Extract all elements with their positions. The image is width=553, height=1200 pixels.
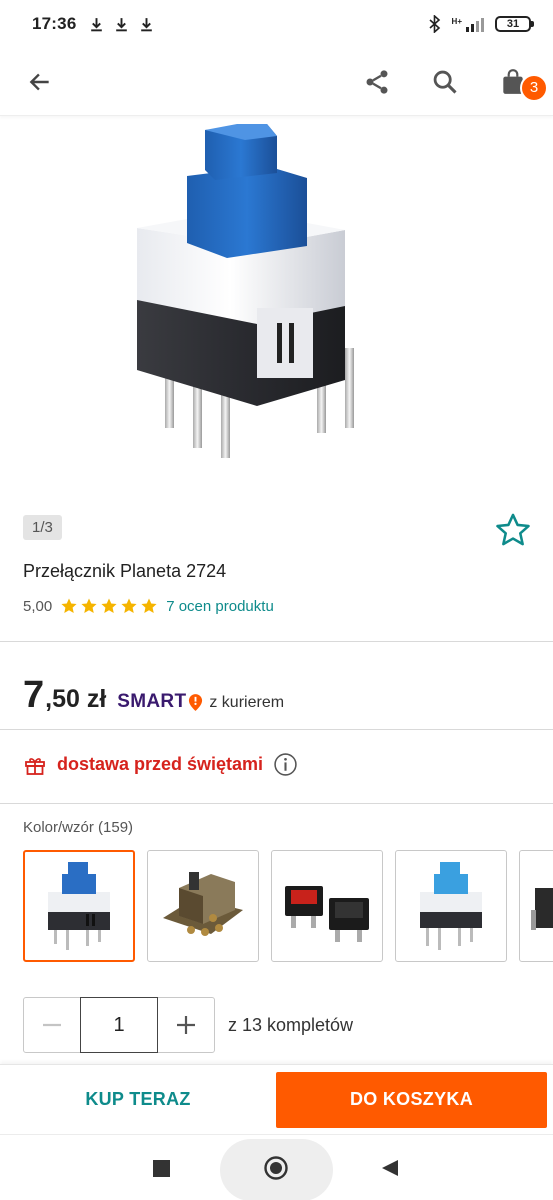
minus-icon: [43, 1023, 61, 1027]
price-row: 7 ,50 zł SMART z kurierem: [23, 674, 284, 717]
network-type: H+: [451, 16, 462, 26]
search-icon: [433, 70, 457, 94]
variant-image-lightblue-push-switch: [420, 862, 482, 950]
toolbar-actions: 3: [355, 60, 548, 104]
price-integer: 7: [23, 674, 45, 716]
status-bar: 17:36 H+ 31: [0, 0, 553, 48]
app-toolbar: 3: [0, 48, 553, 116]
star-filled-icon: [61, 598, 77, 613]
reviews-link[interactable]: 7 ocen produktu: [166, 598, 274, 615]
signal-icon: [466, 17, 484, 32]
courier-label: z kurierem: [209, 694, 285, 711]
home-button[interactable]: [256, 1148, 296, 1188]
star-filled-icon: [121, 598, 137, 613]
variant-thumbnail[interactable]: [271, 850, 383, 962]
push-button-switch-image: [136, 124, 354, 458]
signal-indicator: H+: [452, 17, 485, 32]
quantity-row: z 13 kompletów: [23, 997, 353, 1053]
variant-thumbnail[interactable]: [395, 850, 507, 962]
download-indicators: [88, 16, 155, 33]
back-nav-button[interactable]: [370, 1148, 410, 1188]
rating-stars: [60, 597, 158, 615]
image-pager-indicator: 1/3: [23, 515, 62, 540]
download-icon: [141, 17, 153, 31]
download-icon: [91, 17, 103, 31]
product-page: 17:36 H+ 31 3 1/3 Przełącznik Planeta 27…: [0, 0, 553, 1200]
variant-list: [23, 850, 553, 962]
delivery-info: dostawa przed świętami: [23, 752, 298, 777]
status-right: H+ 31: [428, 15, 534, 33]
star-filled-icon: [101, 598, 117, 613]
decrease-quantity-button[interactable]: [24, 998, 80, 1052]
divider: [0, 641, 553, 642]
cart-button[interactable]: 3: [491, 60, 548, 104]
variant-image-blue-push-switch: [48, 862, 110, 950]
smart-badge[interactable]: SMART: [117, 691, 203, 713]
variant-thumbnail[interactable]: [23, 850, 135, 962]
quantity-stepper: [23, 997, 215, 1053]
rating-score: 5,00: [23, 597, 53, 615]
variant-thumbnail[interactable]: [519, 850, 553, 962]
system-navigation-bar: [0, 1134, 553, 1200]
recents-button[interactable]: [141, 1148, 181, 1188]
back-triangle-icon: [382, 1160, 398, 1176]
star-outline-icon: [496, 513, 530, 546]
share-icon: [366, 69, 388, 94]
favorite-button[interactable]: [494, 511, 532, 549]
product-image-gallery[interactable]: [0, 118, 553, 500]
recents-square-icon: [152, 1159, 170, 1177]
arrow-back-icon: [29, 73, 49, 90]
plus-icon: [177, 1016, 195, 1034]
home-circle-icon: [264, 1156, 288, 1180]
clock: 17:36: [32, 14, 77, 33]
increase-quantity-button[interactable]: [158, 998, 214, 1052]
smart-pin-icon: [189, 693, 203, 711]
gift-icon: [25, 757, 45, 775]
info-icon[interactable]: [273, 752, 298, 777]
bluetooth-icon: [429, 15, 440, 33]
product-rating: 5,00 7 ocen produktu: [23, 597, 274, 615]
cart-count-badge: 3: [520, 73, 548, 102]
share-button[interactable]: [355, 60, 399, 104]
quantity-available-note: z 13 kompletów: [228, 1014, 354, 1035]
add-to-cart-button[interactable]: DO KOSZYKA: [276, 1071, 547, 1128]
purchase-action-bar: KUP TERAZ DO KOSZYKA: [0, 1064, 553, 1134]
smart-label: SMART: [117, 691, 187, 712]
divider: [0, 803, 553, 804]
buy-now-button[interactable]: KUP TERAZ: [0, 1072, 276, 1128]
variant-image-tact-switch: [531, 888, 553, 930]
download-icon: [116, 17, 128, 31]
variant-image-rocker-switches: [285, 886, 369, 942]
search-button[interactable]: [423, 60, 467, 104]
divider: [0, 729, 553, 730]
battery-icon: 31: [495, 16, 534, 32]
star-filled-icon: [81, 598, 97, 613]
star-filled-icon: [141, 598, 157, 613]
price-decimal-currency: ,50 zł: [45, 685, 107, 713]
product-title: Przełącznik Planeta 2724: [23, 561, 227, 581]
variant-label: Kolor/wzór (159): [23, 819, 134, 836]
variant-image-slide-switch: [163, 872, 243, 936]
variant-thumbnail[interactable]: [147, 850, 259, 962]
delivery-text: dostawa przed świętami: [57, 754, 264, 774]
back-button[interactable]: [18, 60, 62, 104]
quantity-input[interactable]: [80, 997, 158, 1053]
